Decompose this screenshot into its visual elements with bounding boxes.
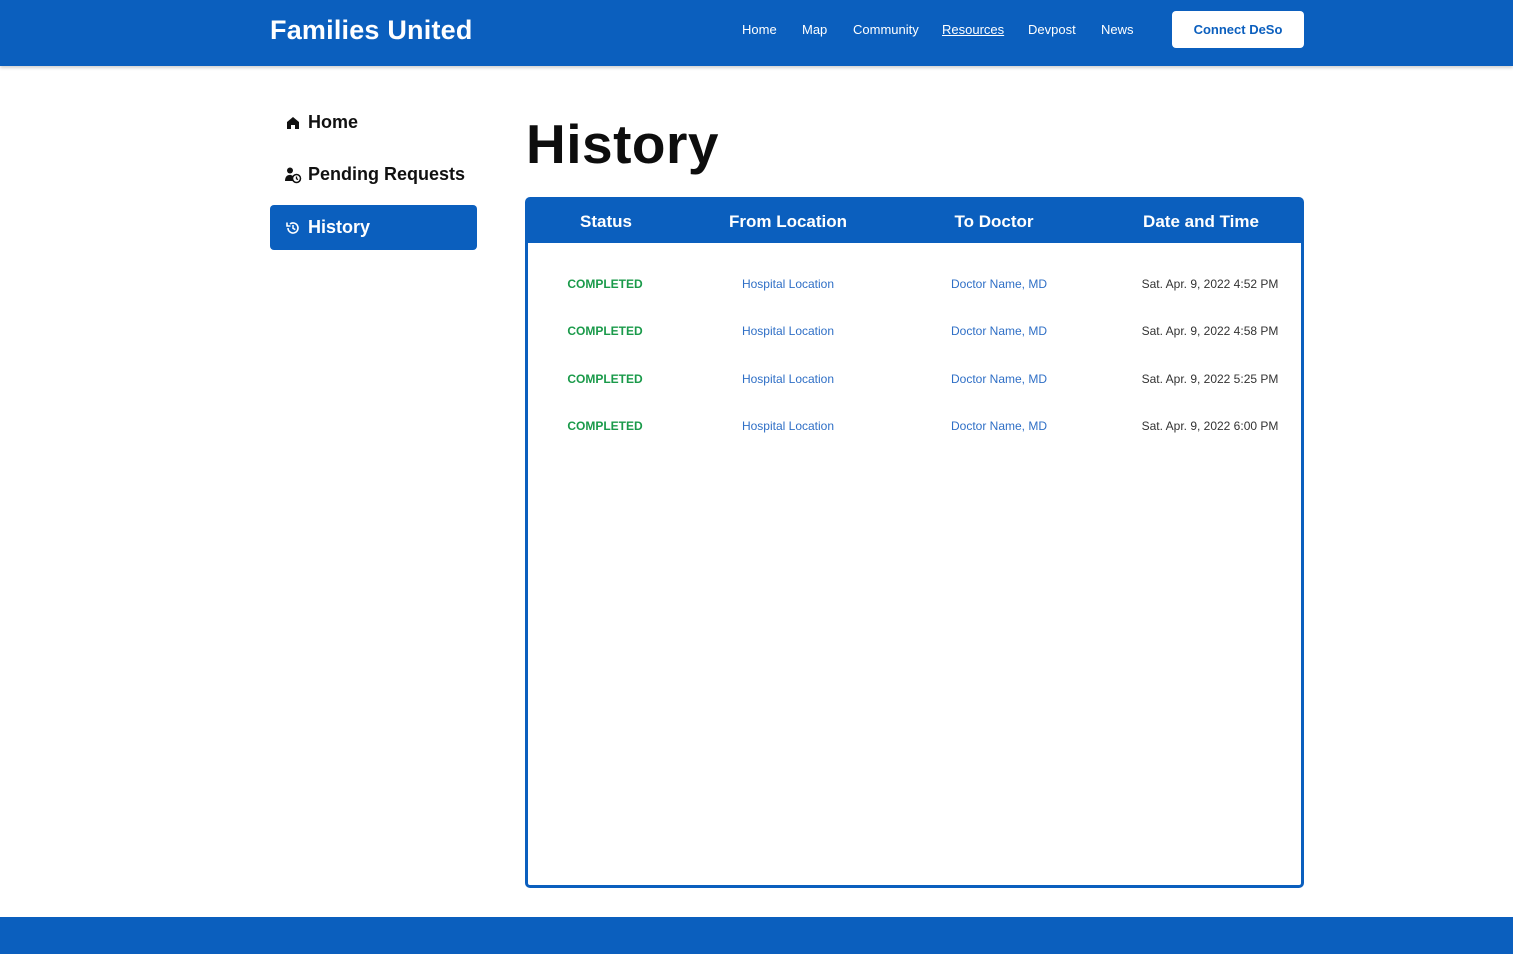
from-location-link[interactable]: Hospital Location [742, 419, 834, 433]
from-location-link[interactable]: Hospital Location [742, 324, 834, 338]
doctor-link[interactable]: Doctor Name, MD [951, 372, 1047, 386]
user-clock-icon [284, 166, 302, 184]
home-icon [284, 114, 302, 132]
sidebar-item-label: Pending Requests [308, 164, 466, 184]
column-header-from-location: From Location [728, 212, 848, 231]
date-time: Sat. Apr. 9, 2022 4:52 PM [1141, 277, 1279, 291]
nav-news[interactable]: News [1101, 22, 1134, 37]
sidebar-item-home[interactable]: Home [270, 100, 477, 145]
history-icon [284, 219, 302, 237]
from-location-link[interactable]: Hospital Location [742, 277, 834, 291]
column-header-date-time: Date and Time [1143, 212, 1259, 231]
status-badge: COMPLETED [567, 372, 643, 386]
table-row[interactable]: COMPLETED Hospital Location Doctor Name,… [528, 324, 1301, 344]
sidebar-item-pending-requests[interactable]: Pending Requests [270, 152, 477, 197]
from-location-link[interactable]: Hospital Location [742, 372, 834, 386]
sidebar-item-history[interactable]: History [270, 205, 477, 250]
top-navbar: Families United Home Map Community Resou… [0, 0, 1513, 66]
nav-map[interactable]: Map [802, 22, 827, 37]
date-time: Sat. Apr. 9, 2022 5:25 PM [1141, 372, 1279, 386]
doctor-link[interactable]: Doctor Name, MD [951, 277, 1047, 291]
page-title: History [526, 113, 719, 175]
history-table: Status From Location To Doctor Date and … [525, 197, 1304, 888]
doctor-link[interactable]: Doctor Name, MD [951, 419, 1047, 433]
nav-resources[interactable]: Resources [942, 22, 1004, 37]
table-row[interactable]: COMPLETED Hospital Location Doctor Name,… [528, 372, 1301, 392]
column-header-to-doctor: To Doctor [954, 212, 1034, 231]
connect-deso-button[interactable]: Connect DeSo [1172, 11, 1304, 48]
status-badge: COMPLETED [567, 277, 643, 291]
doctor-link[interactable]: Doctor Name, MD [951, 324, 1047, 338]
nav-home[interactable]: Home [742, 22, 777, 37]
footer-bar [0, 917, 1513, 954]
table-row[interactable]: COMPLETED Hospital Location Doctor Name,… [528, 277, 1301, 297]
brand-logo[interactable]: Families United [270, 15, 473, 46]
date-time: Sat. Apr. 9, 2022 6:00 PM [1141, 419, 1279, 433]
date-time: Sat. Apr. 9, 2022 4:58 PM [1141, 324, 1279, 338]
nav-devpost[interactable]: Devpost [1028, 22, 1076, 37]
sidebar-item-label: History [308, 217, 371, 237]
sidebar-item-label: Home [308, 112, 359, 132]
status-badge: COMPLETED [567, 324, 643, 338]
column-header-status: Status [580, 212, 632, 231]
nav-community[interactable]: Community [853, 22, 919, 37]
table-row[interactable]: COMPLETED Hospital Location Doctor Name,… [528, 419, 1301, 439]
status-badge: COMPLETED [567, 419, 643, 433]
table-header: Status From Location To Doctor Date and … [528, 200, 1301, 243]
